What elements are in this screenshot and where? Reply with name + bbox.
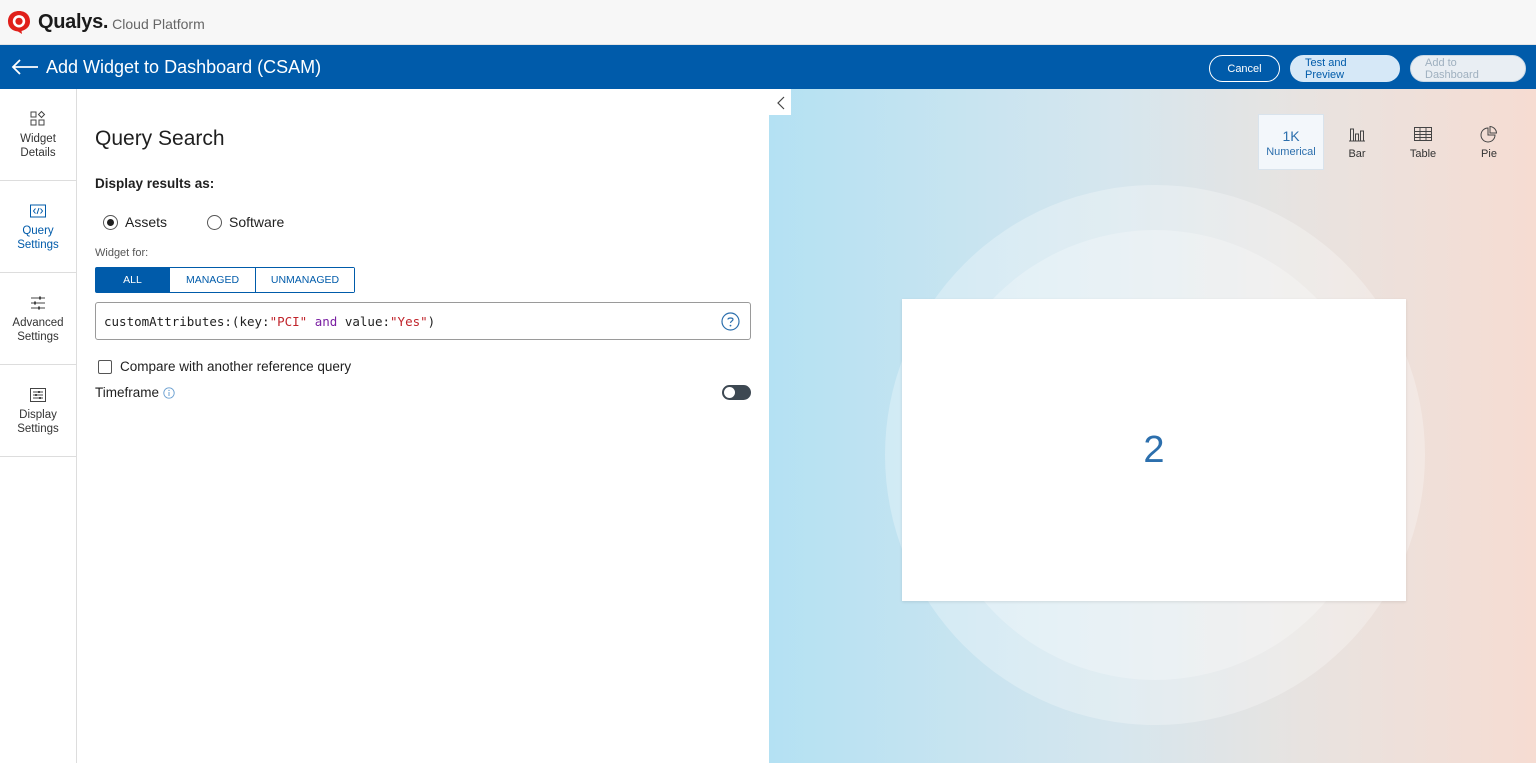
page-title: Query Search: [95, 127, 225, 150]
rail-label-line1: Display: [19, 408, 57, 421]
viz-label: Pie: [1481, 147, 1497, 160]
qualys-logo-icon: [8, 11, 30, 34]
preview-header-strip: [769, 89, 1536, 115]
chevron-left-icon[interactable]: [771, 92, 791, 114]
rail-label-line1: Widget: [20, 132, 56, 145]
query-text: customAttributes:(key:: [104, 313, 270, 329]
add-to-dashboard-button[interactable]: Add to Dashboard: [1410, 55, 1526, 82]
radio-assets-label[interactable]: Assets: [125, 214, 167, 230]
rail-label-line2: Settings: [17, 422, 59, 435]
compare-checkbox[interactable]: [98, 359, 112, 374]
numerical-result-card: 2: [902, 299, 1406, 601]
settings-rail: Widget Details Query Settings Advanced S…: [0, 89, 77, 763]
rail-label-line2: Settings: [17, 238, 59, 251]
viz-numerical[interactable]: 1K Numerical: [1258, 114, 1324, 170]
radio-software-label[interactable]: Software: [229, 214, 284, 230]
rail-item-query-settings[interactable]: Query Settings: [0, 181, 76, 273]
viz-label: Numerical: [1266, 146, 1316, 158]
widget-for-segmented-control: ALL MANAGED UNMANAGED: [95, 267, 355, 293]
pie-chart-icon: [1480, 125, 1498, 142]
sliders-icon: [31, 296, 45, 309]
bar-chart-icon: [1349, 128, 1365, 141]
compare-reference-row: Compare with another reference query: [98, 359, 351, 374]
query-settings-form: Query Search Display results as: Assets …: [95, 89, 755, 763]
display-results-label: Display results as:: [95, 176, 215, 191]
display-settings-icon: [30, 387, 46, 402]
info-icon[interactable]: [163, 386, 175, 399]
radio-software[interactable]: [207, 214, 223, 230]
timeframe-toggle[interactable]: [722, 385, 751, 400]
rail-label-line1: Query: [22, 224, 54, 237]
viz-label: Table: [1409, 147, 1437, 160]
timeframe-row: Timeframe: [95, 385, 751, 400]
query-string: "PCI": [269, 313, 308, 329]
query-text: ): [427, 313, 436, 329]
header-actions: Cancel Test and Preview Add to Dashboard: [1209, 55, 1526, 82]
compare-label[interactable]: Compare with another reference query: [120, 359, 351, 374]
segment-unmanaged[interactable]: UNMANAGED: [256, 268, 354, 292]
rail-label-line2: Details: [20, 146, 56, 159]
timeframe-label: Timeframe: [95, 385, 160, 400]
code-icon: [30, 204, 46, 217]
visualization-type-selector: 1K Numerical Bar Table Pie: [1258, 114, 1522, 170]
viz-pie[interactable]: Pie: [1456, 114, 1522, 170]
rail-item-advanced-settings[interactable]: Advanced Settings: [0, 273, 76, 365]
table-icon: [1414, 126, 1432, 141]
widget-details-icon: [30, 110, 46, 125]
back-arrow-icon[interactable]: [10, 57, 40, 77]
numerical-icon: 1K: [1282, 128, 1300, 144]
segment-all[interactable]: ALL: [96, 268, 170, 292]
test-and-preview-button[interactable]: Test and Preview: [1290, 55, 1400, 82]
help-icon[interactable]: [721, 312, 740, 331]
cancel-button[interactable]: Cancel: [1209, 55, 1280, 82]
page-header: Add Widget to Dashboard (CSAM) Cancel Te…: [0, 45, 1536, 89]
result-value: 2: [1143, 428, 1165, 471]
viz-bar[interactable]: Bar: [1324, 114, 1390, 170]
rail-item-display-settings[interactable]: Display Settings: [0, 365, 76, 457]
query-text: value:: [337, 313, 391, 329]
brand-bar: Qualys. Cloud Platform: [0, 0, 1536, 45]
query-keyword: and: [314, 313, 338, 329]
segment-managed[interactable]: MANAGED: [170, 268, 256, 292]
rail-label-line1: Advanced: [12, 316, 64, 329]
page-title-header: Add Widget to Dashboard (CSAM): [46, 56, 322, 77]
query-string: "Yes": [390, 313, 428, 329]
brand-name: Qualys.: [38, 10, 109, 33]
radio-assets[interactable]: [103, 214, 118, 230]
preview-panel: 2: [769, 115, 1536, 763]
widget-for-label: Widget for:: [95, 247, 149, 259]
viz-table[interactable]: Table: [1390, 114, 1456, 170]
query-input[interactable]: customAttributes:(key: "PCI" and value: "Y…: [95, 302, 751, 340]
query-text: [307, 314, 315, 329]
brand-subtitle: Cloud Platform: [112, 15, 205, 32]
rail-label-line2: Settings: [17, 330, 59, 343]
viz-label: Bar: [1348, 147, 1366, 160]
display-results-radio-group: Assets Software: [103, 214, 324, 230]
rail-item-widget-details[interactable]: Widget Details: [0, 89, 76, 181]
